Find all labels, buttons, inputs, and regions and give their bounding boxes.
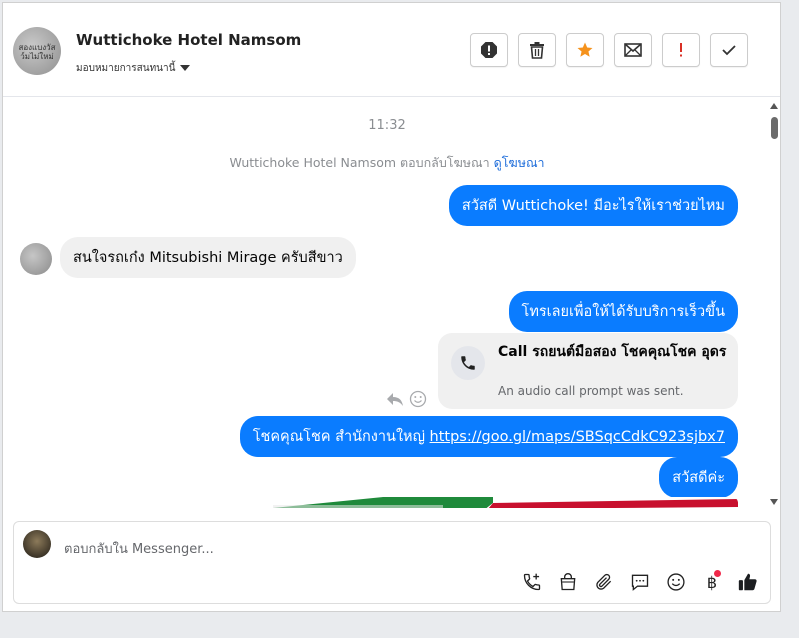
call-prompt-card[interactable]: Call รถยนต์มือสอง โชคคุณโชค อุดร An audi…: [438, 333, 738, 409]
like-button[interactable]: [736, 570, 760, 594]
contact-avatar-small: [20, 243, 52, 275]
message-bubble-incoming[interactable]: สนใจรถเก๋ง Mitsubishi Mirage ครับสีขาว: [60, 237, 356, 278]
assign-conversation-dropdown[interactable]: มอบหมายการสนทนานี้: [76, 61, 191, 76]
message-bubble-outgoing[interactable]: สวัสดีค่ะ: [659, 457, 738, 498]
attach-button[interactable]: [592, 570, 616, 594]
message-composer: ตอบกลับใน Messenger... ฿: [13, 521, 771, 604]
trash-icon: [530, 42, 544, 59]
mark-done-button[interactable]: [710, 33, 748, 67]
maps-link[interactable]: https://goo.gl/maps/SBSqcCdkC923sjbx7: [430, 429, 725, 445]
ad-reply-text: Wuttichoke Hotel Namsom ตอบกลับโฆษณา: [229, 155, 490, 170]
message-text: สวัสดีค่ะ: [672, 470, 725, 486]
emoji-icon: [667, 573, 685, 591]
message-timestamp: 11:32: [368, 118, 406, 133]
view-ad-link[interactable]: ดูโฆษณา: [494, 155, 545, 170]
emoji-button[interactable]: [664, 570, 688, 594]
spam-icon: [481, 42, 497, 58]
star-icon: [577, 42, 593, 57]
contact-avatar[interactable]: สองแบงวัสว์มไม่ใหม่: [13, 27, 61, 75]
message-bubble-outgoing[interactable]: โทรเลยเพื่อให้ได้รับบริการเร็วขึ้น: [508, 291, 738, 332]
image-attachment[interactable]: [263, 497, 738, 508]
message-text: สนใจรถเก๋ง Mitsubishi Mirage ครับสีขาว: [73, 250, 343, 266]
avatar-text: สองแบงวัสว์มไม่ใหม่: [18, 43, 56, 61]
mark-unread-button[interactable]: [614, 33, 652, 67]
caret-down-icon: [180, 65, 191, 71]
phone-icon: [451, 346, 485, 380]
important-button[interactable]: [662, 33, 700, 67]
message-bubble-outgoing[interactable]: โชคคุณโชค สำนักงานใหญ่ https://goo.gl/ma…: [239, 416, 738, 457]
message-text: โทรเลยเพื่อให้ได้รับบริการเร็วขึ้น: [521, 304, 725, 320]
attachment-icon: [596, 573, 612, 590]
car-ad-image: [263, 497, 738, 508]
check-icon: [722, 45, 736, 56]
saved-reply-icon: [631, 574, 649, 591]
call-prompt-title: Call รถยนต์มือสอง โชคคุณโชค อุดร: [498, 344, 727, 360]
spam-button[interactable]: [470, 33, 508, 67]
star-button[interactable]: [566, 33, 604, 67]
scroll-up-arrow[interactable]: [770, 103, 778, 109]
contact-name: Wuttichoke Hotel Namsom: [76, 31, 302, 49]
notification-dot: [714, 570, 721, 577]
payment-button[interactable]: ฿: [700, 570, 724, 594]
like-icon: [738, 573, 757, 591]
ad-reply-notice: Wuttichoke Hotel Namsom ตอบกลับโฆษณา ดูโ…: [3, 153, 771, 173]
assign-label: มอบหมายการสนทนานี้: [76, 63, 176, 74]
chat-scrollbar[interactable]: [768, 99, 780, 509]
important-icon: [680, 43, 682, 57]
reply-input[interactable]: ตอบกลับใน Messenger...: [64, 538, 214, 559]
react-emoji-icon[interactable]: [409, 390, 427, 408]
conversation-window: สองแบงวัสว์มไม่ใหม่ Wuttichoke Hotel Nam…: [2, 2, 781, 612]
message-bubble-outgoing[interactable]: สวัสดี Wuttichoke! มีอะไรให้เราช่วยไหม: [448, 185, 738, 226]
message-text: โชคคุณโชค สำนักงานใหญ่: [252, 429, 430, 445]
shopping-bag-icon: [560, 573, 576, 591]
composer-toolbar: ฿: [14, 570, 770, 594]
conversation-header: สองแบงวัสว์มไม่ใหม่ Wuttichoke Hotel Nam…: [3, 3, 780, 97]
message-thread: 11:32 Wuttichoke Hotel Namsom ตอบกลับโฆษ…: [3, 98, 771, 508]
reply-icon[interactable]: [386, 391, 404, 407]
scroll-thumb[interactable]: [771, 117, 778, 139]
delete-button[interactable]: [518, 33, 556, 67]
scroll-down-arrow[interactable]: [770, 499, 778, 505]
message-text: สวัสดี Wuttichoke! มีอะไรให้เราช่วยไหม: [461, 198, 725, 214]
mail-icon: [624, 43, 642, 57]
shopping-bag-button[interactable]: [556, 570, 580, 594]
saved-reply-button[interactable]: [628, 570, 652, 594]
call-add-icon: [523, 573, 541, 591]
call-add-button[interactable]: [520, 570, 544, 594]
page-avatar: [23, 530, 51, 558]
call-prompt-subtitle: An audio call prompt was sent.: [498, 384, 684, 398]
